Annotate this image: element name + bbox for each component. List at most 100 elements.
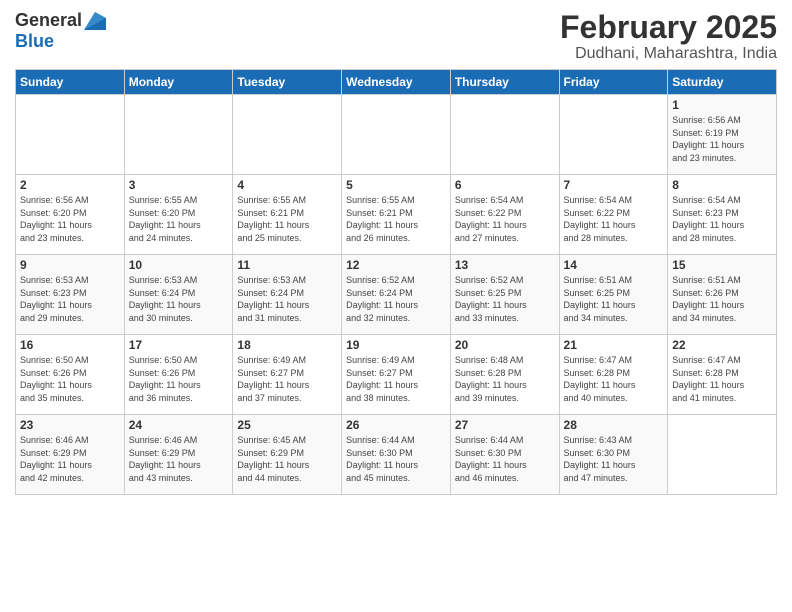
- day-info: Sunrise: 6:53 AM Sunset: 6:23 PM Dayligh…: [20, 274, 120, 324]
- day-number: 19: [346, 338, 446, 352]
- calendar-week-1: 1 Sunrise: 6:56 AM Sunset: 6:19 PM Daylig…: [16, 95, 777, 175]
- day-info: Sunrise: 6:46 AM Sunset: 6:29 PM Dayligh…: [20, 434, 120, 484]
- calendar-cell: 2 Sunrise: 6:56 AM Sunset: 6:20 PM Daylig…: [16, 175, 125, 255]
- calendar-cell: 10 Sunrise: 6:53 AM Sunset: 6:24 PM Dayli…: [124, 255, 233, 335]
- day-number: 8: [672, 178, 772, 192]
- day-number: 1: [672, 98, 772, 112]
- day-number: 7: [564, 178, 664, 192]
- calendar-cell: 13 Sunrise: 6:52 AM Sunset: 6:25 PM Dayli…: [450, 255, 559, 335]
- main-title: February 2025: [560, 10, 777, 45]
- day-number: 15: [672, 258, 772, 272]
- calendar-cell: [124, 95, 233, 175]
- calendar-header-row: Sunday Monday Tuesday Wednesday Thursday…: [16, 70, 777, 95]
- day-number: 11: [237, 258, 337, 272]
- calendar-cell: 21 Sunrise: 6:47 AM Sunset: 6:28 PM Dayli…: [559, 335, 668, 415]
- day-number: 2: [20, 178, 120, 192]
- day-number: 25: [237, 418, 337, 432]
- col-saturday: Saturday: [668, 70, 777, 95]
- sub-title: Dudhani, Maharashtra, India: [560, 45, 777, 63]
- calendar-cell: 12 Sunrise: 6:52 AM Sunset: 6:24 PM Dayli…: [342, 255, 451, 335]
- day-number: 6: [455, 178, 555, 192]
- day-number: 17: [129, 338, 229, 352]
- day-info: Sunrise: 6:44 AM Sunset: 6:30 PM Dayligh…: [346, 434, 446, 484]
- day-number: 10: [129, 258, 229, 272]
- day-number: 14: [564, 258, 664, 272]
- logo-general: General: [15, 10, 82, 31]
- col-sunday: Sunday: [16, 70, 125, 95]
- day-info: Sunrise: 6:50 AM Sunset: 6:26 PM Dayligh…: [20, 354, 120, 404]
- title-block: February 2025 Dudhani, Maharashtra, Indi…: [560, 10, 777, 63]
- calendar-cell: 5Sunrise: 6:55 AM Sunset: 6:21 PM Daylig…: [342, 175, 451, 255]
- calendar-cell: 24 Sunrise: 6:46 AM Sunset: 6:29 PM Dayli…: [124, 415, 233, 495]
- day-number: 26: [346, 418, 446, 432]
- logo: General Blue: [15, 10, 106, 52]
- calendar-cell: 16Sunrise: 6:50 AM Sunset: 6:26 PM Dayli…: [16, 335, 125, 415]
- day-number: 12: [346, 258, 446, 272]
- calendar-cell: [233, 95, 342, 175]
- day-info: Sunrise: 6:47 AM Sunset: 6:28 PM Dayligh…: [672, 354, 772, 404]
- col-thursday: Thursday: [450, 70, 559, 95]
- calendar-week-5: 23Sunrise: 6:46 AM Sunset: 6:29 PM Dayli…: [16, 415, 777, 495]
- calendar-week-4: 16Sunrise: 6:50 AM Sunset: 6:26 PM Dayli…: [16, 335, 777, 415]
- calendar-cell: 4Sunrise: 6:55 AM Sunset: 6:21 PM Daylig…: [233, 175, 342, 255]
- day-number: 24: [129, 418, 229, 432]
- header: General Blue February 2025 Dudhani, Maha…: [15, 10, 777, 63]
- calendar-cell: 28 Sunrise: 6:43 AM Sunset: 6:30 PM Dayli…: [559, 415, 668, 495]
- day-info: Sunrise: 6:55 AM Sunset: 6:21 PM Dayligh…: [237, 194, 337, 244]
- calendar-cell: [342, 95, 451, 175]
- col-tuesday: Tuesday: [233, 70, 342, 95]
- day-info: Sunrise: 6:46 AM Sunset: 6:29 PM Dayligh…: [129, 434, 229, 484]
- logo-icon: [84, 12, 106, 30]
- day-number: 21: [564, 338, 664, 352]
- day-info: Sunrise: 6:49 AM Sunset: 6:27 PM Dayligh…: [346, 354, 446, 404]
- calendar-cell: [450, 95, 559, 175]
- col-monday: Monday: [124, 70, 233, 95]
- calendar-cell: [668, 415, 777, 495]
- day-info: Sunrise: 6:48 AM Sunset: 6:28 PM Dayligh…: [455, 354, 555, 404]
- calendar-cell: 17 Sunrise: 6:50 AM Sunset: 6:26 PM Dayli…: [124, 335, 233, 415]
- day-info: Sunrise: 6:56 AM Sunset: 6:20 PM Dayligh…: [20, 194, 120, 244]
- day-info: Sunrise: 6:52 AM Sunset: 6:25 PM Dayligh…: [455, 274, 555, 324]
- day-number: 13: [455, 258, 555, 272]
- calendar-cell: 18Sunrise: 6:49 AM Sunset: 6:27 PM Dayli…: [233, 335, 342, 415]
- day-number: 28: [564, 418, 664, 432]
- page: General Blue February 2025 Dudhani, Maha…: [0, 0, 792, 612]
- calendar-cell: 25 Sunrise: 6:45 AM Sunset: 6:29 PM Dayli…: [233, 415, 342, 495]
- day-info: Sunrise: 6:52 AM Sunset: 6:24 PM Dayligh…: [346, 274, 446, 324]
- day-info: Sunrise: 6:47 AM Sunset: 6:28 PM Dayligh…: [564, 354, 664, 404]
- calendar-cell: 27Sunrise: 6:44 AM Sunset: 6:30 PM Dayli…: [450, 415, 559, 495]
- day-info: Sunrise: 6:53 AM Sunset: 6:24 PM Dayligh…: [129, 274, 229, 324]
- day-info: Sunrise: 6:51 AM Sunset: 6:25 PM Dayligh…: [564, 274, 664, 324]
- calendar-cell: 20 Sunrise: 6:48 AM Sunset: 6:28 PM Dayli…: [450, 335, 559, 415]
- day-info: Sunrise: 6:54 AM Sunset: 6:23 PM Dayligh…: [672, 194, 772, 244]
- col-wednesday: Wednesday: [342, 70, 451, 95]
- calendar-cell: 1 Sunrise: 6:56 AM Sunset: 6:19 PM Daylig…: [668, 95, 777, 175]
- day-number: 5: [346, 178, 446, 192]
- day-info: Sunrise: 6:54 AM Sunset: 6:22 PM Dayligh…: [455, 194, 555, 244]
- day-info: Sunrise: 6:56 AM Sunset: 6:19 PM Dayligh…: [672, 114, 772, 164]
- day-info: Sunrise: 6:55 AM Sunset: 6:20 PM Dayligh…: [129, 194, 229, 244]
- day-info: Sunrise: 6:45 AM Sunset: 6:29 PM Dayligh…: [237, 434, 337, 484]
- calendar-cell: 8 Sunrise: 6:54 AM Sunset: 6:23 PM Daylig…: [668, 175, 777, 255]
- day-info: Sunrise: 6:44 AM Sunset: 6:30 PM Dayligh…: [455, 434, 555, 484]
- calendar-week-3: 9 Sunrise: 6:53 AM Sunset: 6:23 PM Daylig…: [16, 255, 777, 335]
- day-info: Sunrise: 6:49 AM Sunset: 6:27 PM Dayligh…: [237, 354, 337, 404]
- logo-blue: Blue: [15, 31, 54, 51]
- calendar-cell: 23Sunrise: 6:46 AM Sunset: 6:29 PM Dayli…: [16, 415, 125, 495]
- calendar-week-2: 2 Sunrise: 6:56 AM Sunset: 6:20 PM Daylig…: [16, 175, 777, 255]
- day-info: Sunrise: 6:43 AM Sunset: 6:30 PM Dayligh…: [564, 434, 664, 484]
- day-number: 22: [672, 338, 772, 352]
- day-number: 9: [20, 258, 120, 272]
- calendar-cell: 19 Sunrise: 6:49 AM Sunset: 6:27 PM Dayli…: [342, 335, 451, 415]
- calendar-cell: 3Sunrise: 6:55 AM Sunset: 6:20 PM Daylig…: [124, 175, 233, 255]
- day-number: 20: [455, 338, 555, 352]
- calendar-cell: 15Sunrise: 6:51 AM Sunset: 6:26 PM Dayli…: [668, 255, 777, 335]
- calendar-cell: [16, 95, 125, 175]
- day-info: Sunrise: 6:53 AM Sunset: 6:24 PM Dayligh…: [237, 274, 337, 324]
- calendar-cell: 11 Sunrise: 6:53 AM Sunset: 6:24 PM Dayli…: [233, 255, 342, 335]
- day-info: Sunrise: 6:50 AM Sunset: 6:26 PM Dayligh…: [129, 354, 229, 404]
- calendar-cell: [559, 95, 668, 175]
- calendar-cell: 7Sunrise: 6:54 AM Sunset: 6:22 PM Daylig…: [559, 175, 668, 255]
- calendar-cell: 22 Sunrise: 6:47 AM Sunset: 6:28 PM Dayli…: [668, 335, 777, 415]
- calendar-cell: 9 Sunrise: 6:53 AM Sunset: 6:23 PM Daylig…: [16, 255, 125, 335]
